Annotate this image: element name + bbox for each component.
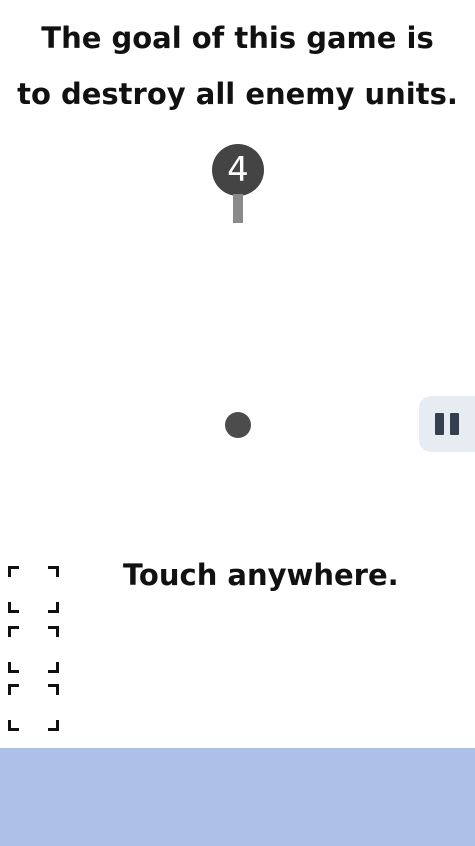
instruction-line-2: to destroy all enemy units. xyxy=(17,77,458,111)
enemy-hp-label: 4 xyxy=(212,144,264,196)
instructions: The goal of this game is to destroy all … xyxy=(0,10,475,122)
enemy-unit: 4 xyxy=(212,144,264,224)
instruction-line-1: The goal of this game is xyxy=(41,21,434,55)
unit-slot-1[interactable] xyxy=(8,566,59,613)
bottom-panel[interactable] xyxy=(0,748,475,846)
player-unit xyxy=(225,412,251,438)
enemy-barrel xyxy=(233,194,243,223)
unit-slot-3[interactable] xyxy=(8,684,59,731)
pause-button[interactable] xyxy=(419,396,475,452)
touch-hint: Touch anywhere. xyxy=(123,558,399,592)
unit-slot-2[interactable] xyxy=(8,626,59,673)
